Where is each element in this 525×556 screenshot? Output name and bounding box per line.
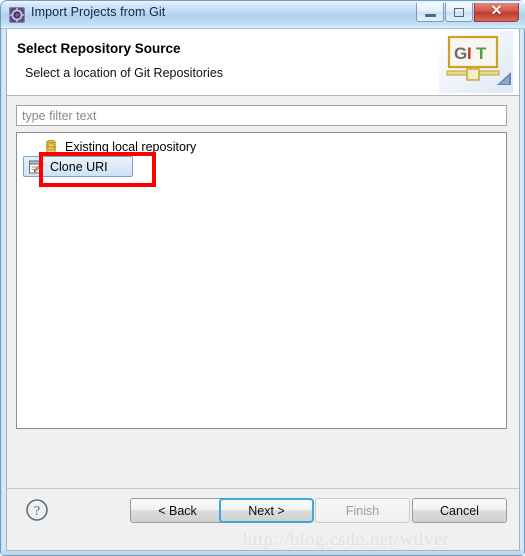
maximize-button[interactable]	[445, 3, 473, 22]
repository-source-list[interactable]: Existing local repository Clone URI	[16, 132, 507, 429]
minimize-button[interactable]	[416, 3, 444, 22]
window-title: Import Projects from Git	[31, 5, 166, 19]
search-input[interactable]: type filter text	[22, 109, 96, 123]
cancel-button-label: Cancel	[440, 503, 479, 518]
maximize-icon	[454, 7, 464, 17]
svg-text:I: I	[467, 44, 472, 63]
wizard-banner: Select Repository Source Select a locati…	[7, 29, 519, 96]
window-controls: ✕	[416, 3, 519, 22]
close-button[interactable]: ✕	[474, 3, 519, 22]
list-item-label: Clone URI	[50, 159, 108, 174]
svg-text:T: T	[476, 44, 487, 63]
back-button[interactable]: < Back	[130, 498, 225, 523]
next-button[interactable]: Next >	[219, 498, 314, 523]
finish-button-label: Finish	[345, 503, 380, 518]
title-bar[interactable]: Import Projects from Git ✕	[1, 1, 525, 29]
dialog-window: Import Projects from Git ✕ Select Reposi…	[0, 0, 525, 556]
page-title: Select Repository Source	[17, 41, 181, 56]
git-logo: G I T	[439, 31, 513, 93]
repository-cylinder-icon	[43, 139, 59, 155]
filter-input-wrapper[interactable]: type filter text	[16, 105, 507, 126]
clone-uri-pencil-icon	[28, 159, 44, 175]
next-button-label: Next >	[248, 503, 285, 518]
list-item-label: Existing local repository	[65, 139, 197, 154]
close-icon: ✕	[490, 4, 503, 19]
back-button-label: < Back	[158, 503, 197, 518]
git-import-icon	[9, 7, 25, 23]
list-item-clone-uri[interactable]: Clone URI	[23, 156, 133, 177]
list-item-existing-local-repository[interactable]: Existing local repository	[17, 137, 506, 156]
content-area: type filter text Existing local reposito…	[7, 96, 519, 488]
dialog-body: Select Repository Source Select a locati…	[6, 29, 520, 551]
finish-button: Finish	[315, 498, 410, 523]
minimize-icon	[424, 13, 436, 17]
svg-text:G: G	[454, 44, 467, 63]
svg-text:?: ?	[34, 504, 40, 519]
dialog-button-bar: ? < Back Next > Finish Cancel	[7, 488, 519, 550]
cancel-button[interactable]: Cancel	[412, 498, 507, 523]
page-subtitle: Select a location of Git Repositories	[25, 66, 224, 80]
help-icon[interactable]: ?	[25, 498, 49, 522]
